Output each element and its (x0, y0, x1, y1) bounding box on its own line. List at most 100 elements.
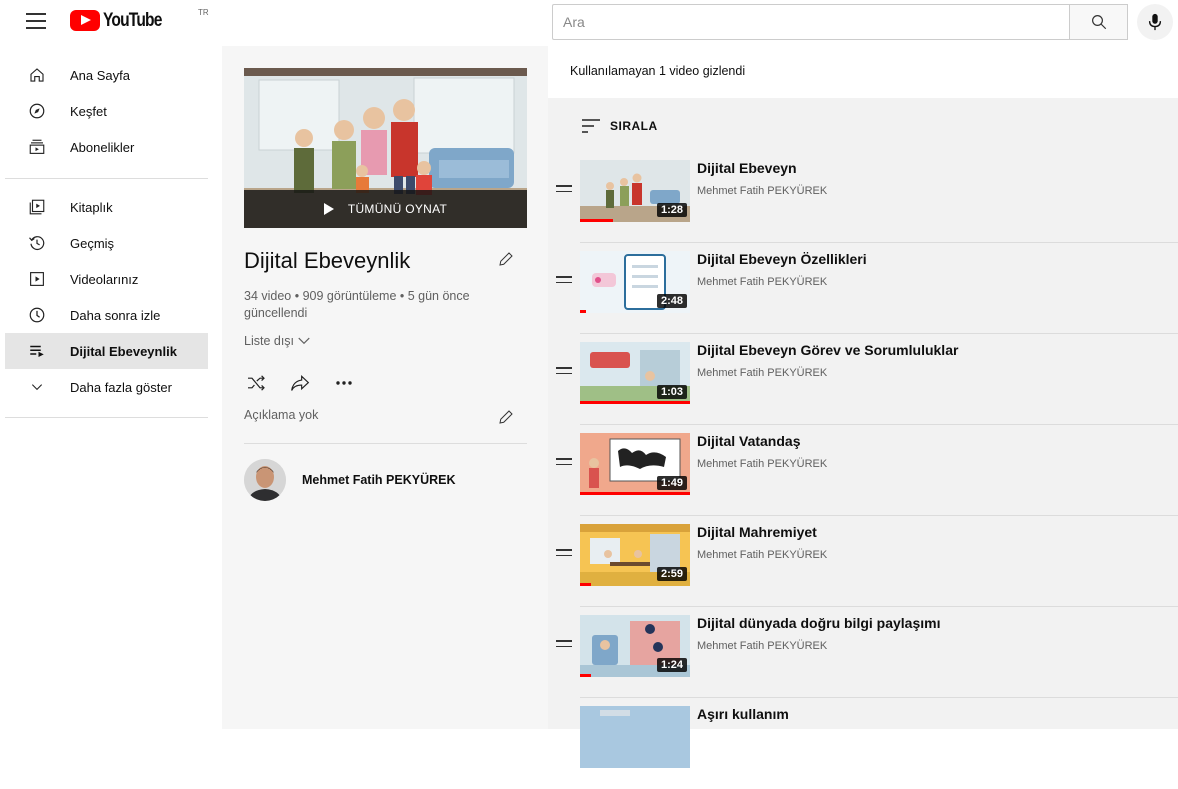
search-icon (1091, 15, 1106, 30)
watch-progress-bar (580, 401, 690, 404)
edit-description-button[interactable] (497, 408, 517, 428)
duration-badge: 2:48 (656, 294, 687, 308)
list-item[interactable]: 2:59 Dijital Mahremiyet Mehmet Fatih PEK… (548, 516, 1178, 607)
video-thumbnail[interactable]: 1:03 (580, 342, 690, 404)
playlist-thumbnail[interactable]: TÜMÜNÜ OYNAT (244, 68, 527, 228)
sidebar-item-label: Abonelikler (70, 139, 135, 155)
playlist-actions (244, 371, 376, 395)
sidebar-item-show-more[interactable]: Daha fazla göster (5, 369, 208, 405)
video-thumbnail[interactable]: 2:48 (580, 251, 690, 313)
voice-search-button[interactable] (1137, 4, 1173, 40)
privacy-label: Liste dışı (244, 334, 295, 348)
play-icon (323, 203, 334, 215)
sidebar-divider (5, 178, 208, 179)
share-button[interactable] (288, 371, 312, 395)
channel-name[interactable]: Mehmet Fatih PEKYÜREK (697, 185, 827, 197)
youtube-logo[interactable]: YouTube TR (70, 8, 209, 32)
pencil-icon (499, 252, 513, 266)
sidebar-item-explore[interactable]: Keşfet (5, 93, 208, 129)
channel-name[interactable]: Mehmet Fatih PEKYÜREK (697, 276, 827, 288)
video-title[interactable]: Dijital Vatandaş (697, 433, 800, 449)
sidebar-item-library[interactable]: Kitaplık (5, 189, 208, 225)
avatar[interactable] (244, 459, 286, 501)
video-title[interactable]: Aşırı kullanım (697, 706, 789, 722)
sort-label: SIRALA (610, 119, 658, 133)
sidebar-item-label: Geçmiş (70, 235, 115, 251)
sidebar-item-subscriptions[interactable]: Abonelikler (5, 129, 208, 165)
more-icon (336, 381, 352, 385)
playlist-title: Dijital Ebeveynlik (244, 248, 411, 273)
channel-name[interactable]: Mehmet Fatih PEKYÜREK (697, 458, 827, 470)
list-item[interactable]: 1:28 Dijital Ebeveyn Mehmet Fatih PEKYÜR… (548, 152, 1178, 243)
list-item[interactable]: Aşırı kullanım (548, 698, 1178, 789)
youtube-play-icon (70, 10, 100, 31)
library-icon (27, 197, 47, 217)
pencil-icon (499, 410, 513, 424)
your-videos-icon (27, 269, 47, 289)
channel-name[interactable]: Mehmet Fatih PEKYÜREK (697, 549, 827, 561)
panel-divider (244, 443, 527, 444)
video-thumbnail[interactable]: 1:28 (580, 160, 690, 222)
sidebar-divider (5, 417, 208, 418)
chevron-down-icon (298, 337, 310, 345)
video-title[interactable]: Dijital Ebeveyn (697, 160, 797, 176)
sidebar-item-your-videos[interactable]: Videolarınız (5, 261, 208, 297)
thumbnail-image (580, 706, 690, 768)
duration-badge: 1:24 (656, 658, 687, 672)
logo-text: YouTube (103, 10, 162, 31)
video-thumbnail[interactable]: 1:49 (580, 433, 690, 495)
video-title[interactable]: Dijital Ebeveyn Özellikleri (697, 251, 867, 267)
watch-later-icon (27, 305, 47, 325)
more-options-button[interactable] (332, 371, 356, 395)
watch-progress-bar (580, 492, 690, 495)
menu-icon[interactable] (26, 13, 46, 29)
mic-icon (1148, 13, 1162, 31)
edit-title-button[interactable] (497, 250, 517, 270)
playlist-description: Açıklama yok (244, 408, 319, 422)
drag-handle-icon[interactable] (556, 276, 572, 286)
shuffle-button[interactable] (244, 371, 268, 395)
drag-handle-icon[interactable] (556, 185, 572, 195)
sidebar-item-home[interactable]: Ana Sayfa (5, 57, 208, 93)
channel-name[interactable]: Mehmet Fatih PEKYÜREK (697, 640, 827, 652)
video-thumbnail[interactable]: 2:59 (580, 524, 690, 586)
privacy-dropdown[interactable]: Liste dışı (244, 334, 311, 348)
drag-handle-icon[interactable] (556, 640, 572, 650)
sidebar-item-history[interactable]: Geçmiş (5, 225, 208, 261)
list-item[interactable]: 1:03 Dijital Ebeveyn Görev ve Sorumluluk… (548, 334, 1178, 425)
drag-handle-icon[interactable] (556, 367, 572, 377)
drag-handle-icon[interactable] (556, 549, 572, 559)
search-button[interactable] (1069, 4, 1128, 40)
sidebar-item-label: Keşfet (70, 103, 107, 119)
watch-progress-bar (580, 219, 613, 222)
list-item[interactable]: 1:49 Dijital Vatandaş Mehmet Fatih PEKYÜ… (548, 425, 1178, 516)
sidebar-item-label: Ana Sayfa (70, 67, 130, 83)
channel-name[interactable]: Mehmet Fatih PEKYÜREK (697, 367, 827, 379)
play-all-label: TÜMÜNÜ OYNAT (347, 202, 448, 216)
video-title[interactable]: Dijital dünyada doğru bilgi paylaşımı (697, 615, 940, 631)
playlist-stats: 34 video • 909 görüntüleme • 5 gün önce … (244, 289, 470, 320)
hidden-videos-note: Kullanılamayan 1 video gizlendi (570, 64, 746, 78)
home-icon (27, 65, 47, 85)
shuffle-icon (248, 375, 265, 391)
duration-badge: 2:59 (656, 567, 687, 581)
list-item[interactable]: 1:24 Dijital dünyada doğru bilgi paylaşı… (548, 607, 1178, 698)
sidebar-item-label: Videolarınız (70, 271, 139, 287)
play-all-button[interactable]: TÜMÜNÜ OYNAT (244, 190, 527, 228)
video-thumbnail[interactable] (580, 706, 690, 768)
share-icon (291, 374, 310, 391)
playlist-icon (27, 341, 47, 361)
video-title[interactable]: Dijital Ebeveyn Görev ve Sorumluluklar (697, 342, 958, 358)
video-thumbnail[interactable]: 1:24 (580, 615, 690, 677)
sidebar-item-watch-later[interactable]: Daha sonra izle (5, 297, 208, 333)
duration-badge: 1:49 (656, 476, 687, 490)
top-bar: YouTube TR (0, 0, 1178, 46)
sidebar-item-label: Dijital Ebeveynlik (70, 343, 177, 359)
sort-button[interactable]: SIRALA (582, 119, 658, 133)
search-input[interactable] (552, 4, 1070, 40)
drag-handle-icon[interactable] (556, 458, 572, 468)
sidebar-item-playlist[interactable]: Dijital Ebeveynlik (5, 333, 208, 369)
video-title[interactable]: Dijital Mahremiyet (697, 524, 817, 540)
duration-badge: 1:28 (656, 203, 687, 217)
list-item[interactable]: 2:48 Dijital Ebeveyn Özellikleri Mehmet … (548, 243, 1178, 334)
